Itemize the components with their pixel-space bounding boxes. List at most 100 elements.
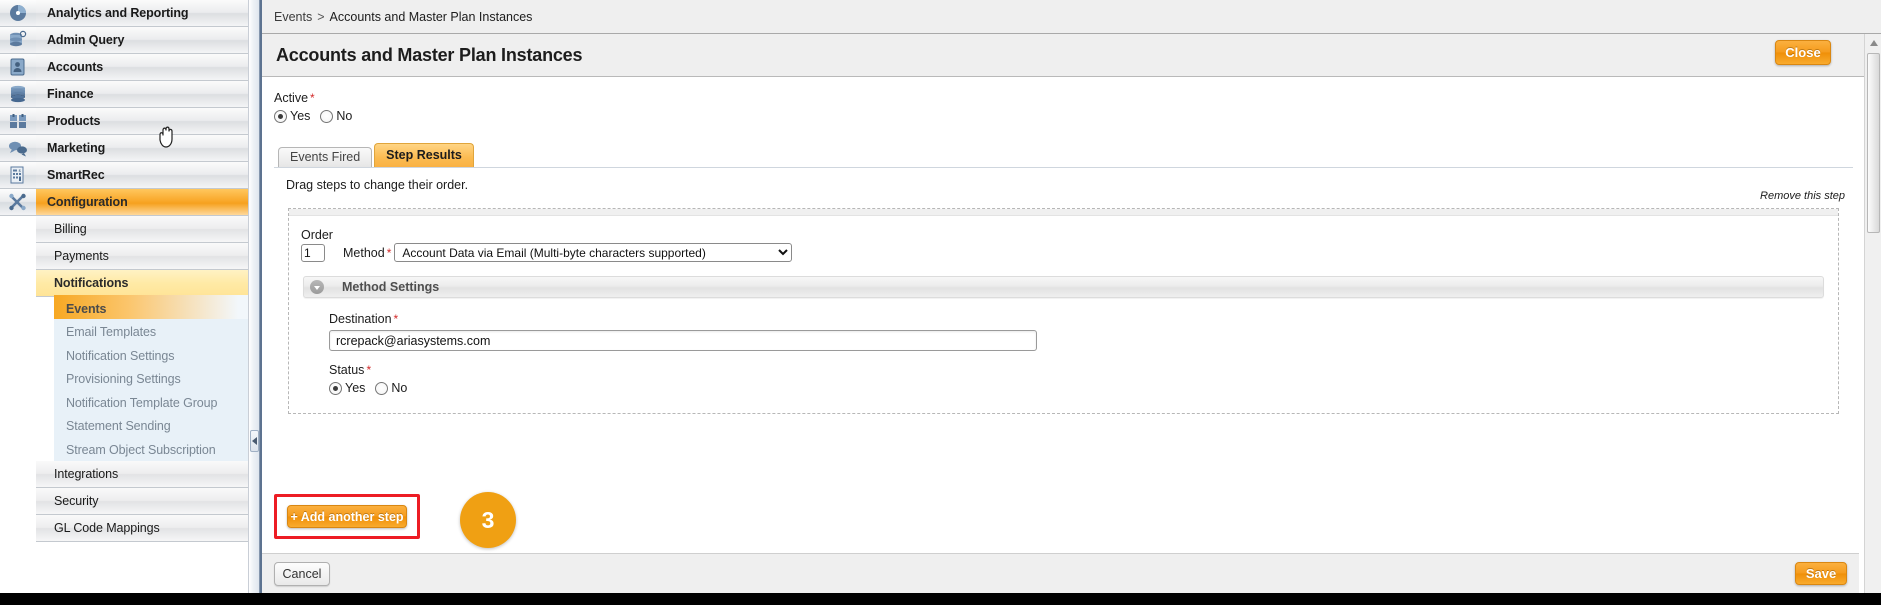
sidebar-item-label: Notifications [36, 269, 248, 297]
sidebar-item-accounts[interactable]: Accounts [0, 53, 248, 81]
required-asterisk: * [310, 91, 315, 105]
scrollbar-thumb[interactable] [1867, 53, 1880, 233]
nav-indent-spacer-2 [36, 297, 54, 321]
sidebar-item-notifications[interactable]: Notifications [0, 269, 248, 297]
method-settings-header[interactable]: Method Settings [303, 276, 1824, 298]
sidebar-item-finance[interactable]: Finance [0, 80, 248, 108]
sidebar-item-label: Configuration [36, 188, 248, 216]
sidebar-item-admin-query[interactable]: Admin Query [0, 26, 248, 54]
main-content-area: Events > Accounts and Master Plan Instan… [260, 0, 1881, 605]
drag-steps-hint: Drag steps to change their order. [286, 178, 469, 192]
tab-step-results[interactable]: Step Results [374, 143, 474, 167]
step-number-badge: 3 [460, 492, 516, 548]
sidebar-item-email-templates[interactable]: Email Templates [0, 318, 248, 346]
sidebar-item-statement-sending[interactable]: Statement Sending [0, 412, 248, 440]
remove-this-step-link[interactable]: Remove this step [1760, 190, 1845, 202]
window-bottom-edge [0, 593, 1881, 605]
sidebar-item-label: GL Code Mappings [36, 515, 248, 542]
sidebar-item-label: Products [36, 107, 248, 135]
status-yes-label: Yes [345, 381, 366, 395]
required-asterisk: * [393, 312, 399, 326]
step-card[interactable]: Order Method* Account Data via Email (Mu… [288, 208, 1839, 414]
sidebar-item-label: Marketing [36, 134, 248, 162]
active-no-radio[interactable] [320, 109, 334, 123]
status-label-text: Status [329, 363, 365, 377]
close-button[interactable]: Close [1775, 40, 1831, 65]
method-label: Method * [343, 246, 391, 262]
sidebar-item-events[interactable]: Events [0, 295, 248, 323]
save-button[interactable]: Save [1795, 562, 1847, 585]
nav-indent-spacer [0, 515, 36, 542]
tabs-area: Events Fired Step Results Drag steps to … [274, 143, 1881, 414]
cancel-button[interactable]: Cancel [274, 561, 330, 586]
destination-input[interactable] [329, 330, 1037, 351]
sidebar-item-provisioning-settings[interactable]: Provisioning Settings [0, 365, 248, 393]
order-method-row: Order Method* Account Data via Email (Mu… [289, 216, 1838, 262]
breadcrumb-separator: > [317, 9, 325, 24]
sidebar-item-smartrec[interactable]: $ SmartRec [0, 161, 248, 189]
sidebar-item-analytics-and-reporting[interactable]: Analytics and Reporting [0, 0, 248, 27]
sidebar-item-security[interactable]: Security [0, 488, 248, 516]
sidebar-item-integrations[interactable]: Integrations [0, 461, 248, 489]
breadcrumb: Events > Accounts and Master Plan Instan… [262, 0, 1881, 34]
status-field-group: Status * Yes No [289, 351, 1838, 395]
stacked-coins-icon [0, 80, 36, 108]
tab-events-fired[interactable]: Events Fired [278, 147, 373, 167]
sidebar-item-configuration[interactable]: Configuration [0, 188, 248, 216]
sidebar-splitter[interactable] [249, 0, 260, 605]
status-yes-radio[interactable] [329, 381, 342, 395]
main-vertical-scrollbar[interactable] [1864, 34, 1881, 605]
add-another-step-button[interactable]: + Add another step [287, 505, 407, 528]
active-field-label: Active * [274, 91, 1881, 105]
page-title: Accounts and Master Plan Instances [276, 44, 583, 65]
nav-indent-spacer [0, 461, 36, 488]
status-label: Status * [329, 363, 1838, 377]
breadcrumb-parent-link[interactable]: Events [274, 10, 312, 24]
order-input[interactable] [301, 244, 325, 262]
sidebar-item-stream-object-subscription[interactable]: Stream Object Subscription [0, 436, 248, 464]
destination-field-group: Destination * [289, 298, 1838, 351]
database-search-icon [0, 26, 36, 54]
tools-icon [0, 188, 36, 216]
sidebar-item-notification-settings[interactable]: Notification Settings [0, 342, 248, 370]
sidebar-item-payments[interactable]: Payments [0, 242, 248, 270]
splitter-collapse-handle[interactable] [250, 430, 259, 452]
nav-indent-spacer [0, 269, 36, 297]
nav-indent-spacer [0, 488, 36, 515]
sidebar-item-billing[interactable]: Billing [0, 215, 248, 243]
sidebar-item-label: Payments [36, 242, 248, 270]
tabstrip: Events Fired Step Results [274, 143, 1881, 167]
sidebar-item-notification-template-group[interactable]: Notification Template Group [0, 389, 248, 417]
application-window: Analytics and Reporting Admin Query Acco… [0, 0, 1881, 605]
method-label-text: Method [343, 246, 385, 260]
active-field-group: Active * Yes No [262, 77, 1881, 123]
method-select[interactable]: Account Data via Email (Multi-byte chara… [394, 243, 793, 262]
chevron-down-circle-icon[interactable] [310, 280, 324, 294]
sidebar-item-products[interactable]: Products [0, 107, 248, 135]
nav-indent-spacer-2 [36, 367, 54, 391]
order-field-group: Order [301, 228, 335, 262]
sidebar-navigation: Analytics and Reporting Admin Query Acco… [0, 0, 249, 605]
step-card-drag-handle[interactable] [289, 209, 1838, 216]
nav-indent-spacer-2 [36, 391, 54, 415]
invoice-icon: $ [0, 161, 36, 189]
active-radio-group: Yes No [274, 109, 1881, 123]
sidebar-item-label: Security [36, 488, 248, 515]
sidebar-item-label: SmartRec [36, 161, 248, 189]
sidebar-item-marketing[interactable]: Marketing [0, 134, 248, 162]
page-title-bar: Accounts and Master Plan Instances Close [262, 34, 1881, 77]
nav-indent-spacer [0, 436, 36, 464]
order-label: Order [301, 228, 333, 242]
active-yes-radio[interactable] [274, 109, 287, 123]
nav-indent-spacer-2 [36, 344, 54, 368]
required-asterisk: * [386, 246, 392, 260]
boxes-icon [0, 107, 36, 135]
tab-panel-step-results: Drag steps to change their order. Remove… [274, 167, 1853, 414]
sidebar-item-gl-code-mappings[interactable]: GL Code Mappings [0, 515, 248, 543]
add-step-highlight-box: + Add another step [274, 494, 420, 539]
contact-card-icon [0, 53, 36, 81]
scroll-up-arrow-icon[interactable] [1865, 34, 1881, 51]
sidebar-item-label: Billing [36, 215, 248, 243]
status-no-radio[interactable] [375, 381, 389, 395]
sidebar-item-label: Integrations [36, 461, 248, 488]
